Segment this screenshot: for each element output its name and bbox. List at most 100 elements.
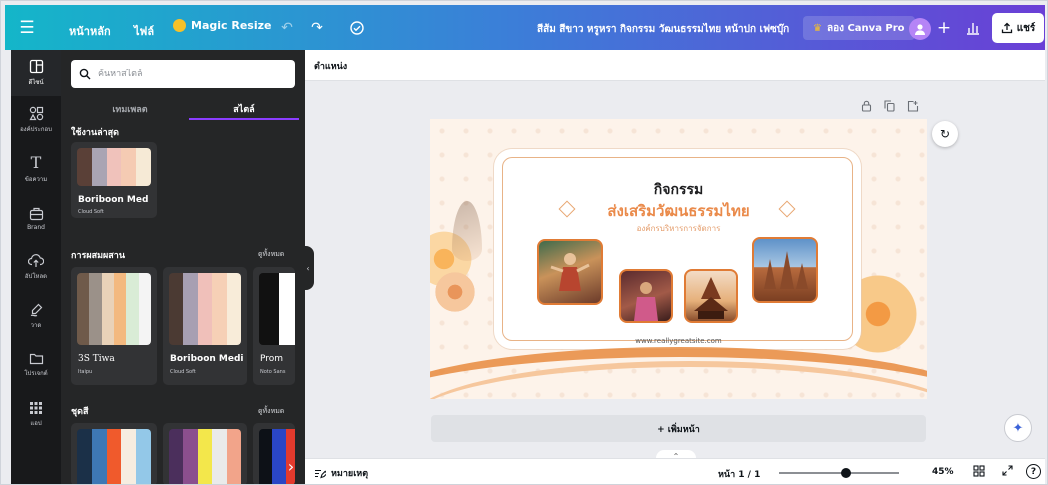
recent-section-title: ใช้งานล่าสุด	[71, 128, 120, 138]
color-swatch	[126, 273, 139, 345]
cloud-saved-icon[interactable]	[347, 18, 367, 38]
rail-item-projects[interactable]: โปรเจกต์	[11, 342, 61, 388]
undo-icon[interactable]: ↶	[277, 18, 297, 38]
magic-sparkle-icon[interactable]: ✦	[1004, 414, 1032, 442]
photo-thai-dancer[interactable]	[537, 239, 603, 305]
search-input[interactable]	[98, 69, 283, 79]
add-page-icon[interactable]	[907, 100, 919, 112]
share-button[interactable]: แชร์	[992, 13, 1044, 43]
design-heading[interactable]: กิจกรรม	[430, 179, 927, 201]
color-swatch	[121, 148, 137, 186]
design-title[interactable]: ส่งเสริมวัฒนธรรมไทย	[430, 199, 927, 223]
left-rail: ดีไซน์ องค์ประกอบ T ข้อความ Brand อัปโหล…	[11, 50, 61, 484]
palette-card-2[interactable]	[163, 423, 247, 484]
grid-view-icon[interactable]	[973, 465, 985, 480]
style-name: Boriboon Med	[78, 195, 149, 205]
color-swatch	[91, 429, 107, 484]
style-card-recent[interactable]: Boriboon Med Cloud Soft	[71, 142, 157, 218]
add-person-icon[interactable]: +	[935, 18, 953, 38]
rail-item-uploads[interactable]: อัปโหลด	[11, 244, 61, 290]
color-swatch	[212, 273, 227, 345]
avatar[interactable]	[909, 18, 931, 40]
color-palette	[77, 148, 151, 186]
see-all-palettes-link[interactable]: ดูทั้งหมด	[258, 406, 284, 417]
rail-label: Brand	[27, 223, 45, 231]
share-label: แชร์	[1016, 22, 1036, 34]
rail-item-design[interactable]: ดีไซน์	[11, 50, 61, 96]
lock-icon[interactable]	[861, 100, 872, 112]
notes-button[interactable]: หมายเหตุ	[314, 466, 368, 480]
canva-editor-window: ☰ หน้าหลัก ไฟล์ Magic Resize ↶ ↷ สีส้ม ส…	[0, 0, 1048, 485]
combos-section-title: การผสมผสาน	[71, 251, 126, 261]
try-canva-pro-button[interactable]: ♛ ลอง Canva Pro	[803, 16, 915, 40]
rail-label: ข้อความ	[24, 175, 48, 183]
rail-label: อัปโหลด	[24, 273, 48, 280]
color-palette	[169, 429, 241, 484]
color-swatch	[77, 148, 92, 186]
tab-templates[interactable]: เทมเพลต	[75, 102, 185, 120]
redo-icon[interactable]: ↷	[307, 18, 327, 38]
zoom-level[interactable]: 45%	[932, 467, 954, 477]
menu-icon[interactable]: ☰	[15, 16, 39, 40]
color-swatch	[77, 429, 92, 484]
color-swatch	[91, 148, 107, 186]
file-menu[interactable]: ไฟล์	[134, 22, 154, 40]
palette-card-1[interactable]	[71, 423, 157, 484]
color-palette	[77, 273, 151, 345]
design-subtitle[interactable]: องค์กรบริหารการจัดการ	[430, 222, 927, 235]
refresh-icon[interactable]: ↻	[932, 121, 958, 147]
draw-icon	[30, 303, 42, 317]
color-swatch	[197, 429, 213, 484]
design-canvas[interactable]: กิจกรรม ส่งเสริมวัฒนธรรมไทย องค์กรบริหาร…	[430, 119, 927, 399]
style-name: Prom	[260, 354, 284, 364]
chevron-right-icon[interactable]: ›	[281, 315, 301, 335]
style-card-combo-1[interactable]: 3S Tiwa Itaipu	[71, 267, 157, 385]
chevron-right-icon[interactable]: ›	[281, 456, 301, 476]
color-swatch	[183, 273, 198, 345]
photo-thai-woman[interactable]	[619, 269, 673, 323]
color-swatch	[89, 273, 102, 345]
rail-item-apps[interactable]: แอป	[11, 391, 61, 437]
fullscreen-icon[interactable]	[1002, 465, 1013, 479]
chevron-left-icon: ‹	[306, 263, 310, 273]
color-swatch	[197, 273, 213, 345]
rail-label: โปรเจกต์	[24, 370, 48, 377]
layout-icon	[29, 59, 43, 74]
crown-icon	[173, 19, 186, 32]
magic-resize-button[interactable]: Magic Resize	[173, 19, 271, 32]
document-title[interactable]: สีส้ม สีขาว หรูหรา กิจกรรม วัฒนธรรมไทย ห…	[537, 22, 789, 37]
color-swatch	[121, 429, 137, 484]
collapse-panel-handle[interactable]: ‹	[302, 246, 314, 290]
top-toolbar: ☰ หน้าหลัก ไฟล์ Magic Resize ↶ ↷ สีส้ม ส…	[5, 5, 1045, 50]
apps-icon	[30, 401, 42, 414]
rail-item-brand[interactable]: Brand	[11, 195, 61, 241]
rail-item-text[interactable]: T ข้อความ	[11, 146, 61, 192]
home-link[interactable]: หน้าหลัก	[69, 22, 111, 40]
insights-icon[interactable]	[961, 17, 985, 39]
color-swatch	[113, 273, 127, 345]
rail-item-elements[interactable]: องค์ประกอบ	[11, 97, 61, 143]
rail-item-draw[interactable]: วาด	[11, 293, 61, 339]
website-url[interactable]: www.reallygreatsite.com	[430, 337, 927, 345]
upload-icon	[1001, 22, 1012, 34]
color-swatch	[138, 273, 151, 345]
add-page-button[interactable]: + เพิ่มหน้า	[431, 415, 926, 442]
zoom-slider[interactable]	[779, 468, 899, 478]
help-icon[interactable]: ?	[1026, 464, 1041, 479]
photo-thai-temple[interactable]	[684, 269, 738, 323]
position-button[interactable]: ตำแหน่ง	[314, 59, 347, 73]
color-swatch	[226, 273, 241, 345]
see-all-combos-link[interactable]: ดูทั้งหมด	[258, 249, 284, 260]
page-tools	[861, 100, 919, 112]
style-search-field[interactable]	[71, 60, 295, 88]
search-icon	[79, 68, 91, 80]
zoom-slider-handle[interactable]	[840, 468, 851, 478]
upload-icon	[28, 254, 44, 267]
page-count[interactable]: หน้า 1 / 1	[718, 467, 760, 481]
tab-styles[interactable]: สไตล์	[189, 102, 299, 120]
rail-label: ดีไซน์	[28, 79, 44, 86]
duplicate-icon[interactable]	[884, 100, 895, 112]
style-card-combo-2[interactable]: Boriboon Medi Cloud Soft	[163, 267, 247, 385]
brand-icon	[29, 207, 43, 220]
photo-ayutthaya-ruins[interactable]	[752, 237, 818, 303]
